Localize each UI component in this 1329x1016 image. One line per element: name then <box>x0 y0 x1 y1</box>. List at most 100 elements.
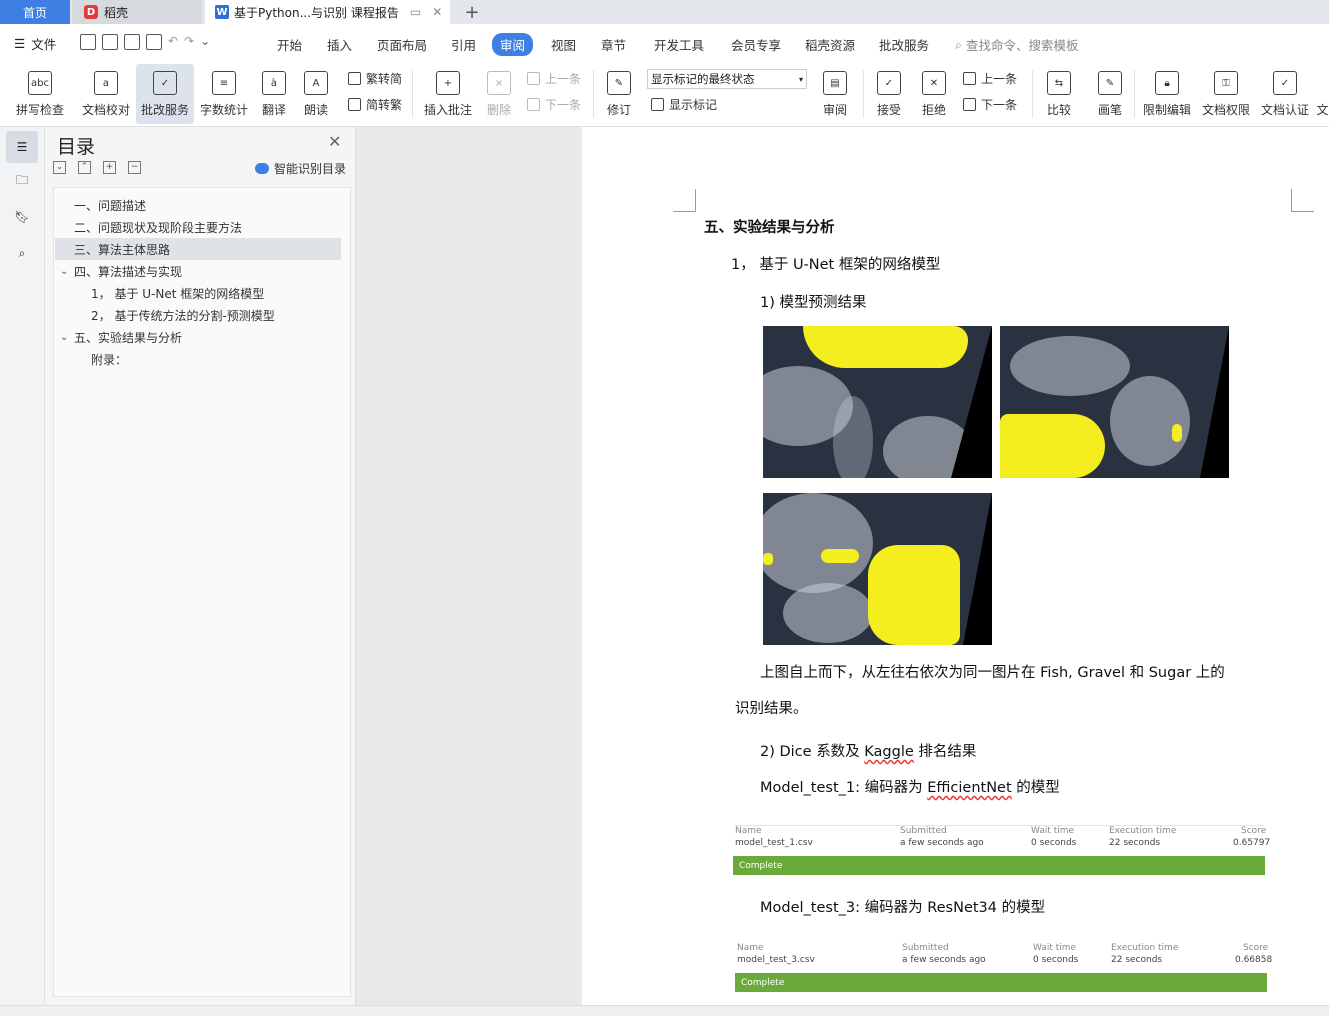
menu-chapter[interactable]: 章节 <box>601 35 626 54</box>
reject-button[interactable]: ✕ 拒绝 <box>915 64 953 124</box>
toc-item-label: 四、算法描述与实现 <box>74 264 183 279</box>
remove-item-icon[interactable]: − <box>128 161 141 174</box>
insert-comment-button[interactable]: + 插入批注 <box>420 64 476 124</box>
close-tab-icon[interactable]: ✕ <box>432 5 442 19</box>
toc-item-label: 附录： <box>91 352 128 367</box>
proofread-button[interactable]: a 文档校对 <box>78 64 134 124</box>
toc-item-label: 2， 基于传统方法的分割-预测模型 <box>91 308 275 323</box>
command-search-placeholder: 查找命令、搜索模板 <box>966 38 1079 53</box>
review-pane-button[interactable]: ▤ 审阅 <box>815 64 855 124</box>
leaderboard-screenshot: Name Submitted Wait time Execution time … <box>735 943 1272 1003</box>
tab-document-label: 基于Python...与识别 课程报告 <box>234 5 399 20</box>
chevron-down-icon[interactable]: ⌄ <box>60 332 72 343</box>
tab-document[interactable]: W 基于Python...与识别 课程报告 ▭ ✕ <box>205 0 450 24</box>
toc-item[interactable]: ⌄ 四、算法描述与实现 <box>60 260 182 282</box>
bookmark-icon[interactable]: 🔖︎ <box>12 207 32 227</box>
toc-item[interactable]: 附录： <box>91 348 127 370</box>
tab-bar: 首页 D 稻壳 W 基于Python...与识别 课程报告 ▭ ✕ + <box>0 0 1329 24</box>
toc-item[interactable]: 1， 基于 U-Net 框架的网络模型 <box>91 282 264 304</box>
add-item-icon[interactable]: + <box>103 161 116 174</box>
doc-permission-button[interactable]: ⚿ 文档权限 <box>1199 64 1253 124</box>
compare-button[interactable]: ⇆ 比较 <box>1040 64 1078 124</box>
prev-change-button[interactable]: 上一条 <box>963 70 1017 87</box>
search-icon: ⌕ <box>955 36 963 52</box>
undo-icon[interactable]: ↶ <box>168 34 178 50</box>
file-menu[interactable]: ☰ 文件 <box>14 34 56 53</box>
file-menu-label: 文件 <box>31 37 57 52</box>
show-markup-button[interactable]: 显示标记 <box>651 96 717 113</box>
margin-mark <box>673 189 696 212</box>
toc-item[interactable]: 一、问题描述 <box>74 194 146 216</box>
collapse-all-icon[interactable]: ⌄ <box>53 161 66 174</box>
menu-page-layout[interactable]: 页面布局 <box>377 35 427 54</box>
trad-to-simp-button[interactable]: 繁转简 <box>348 70 402 87</box>
search-icon[interactable]: ⌕ <box>12 243 32 263</box>
toc-item[interactable]: 2， 基于传统方法的分割-预测模型 <box>91 304 275 326</box>
menu-dev-tools[interactable]: 开发工具 <box>654 35 704 54</box>
menu-daoke-resources[interactable]: 稻壳资源 <box>805 35 855 54</box>
model-description: Model_test_3: 编码器为 ResNet34 的模型 <box>760 900 1046 916</box>
compare-label: 比较 <box>1046 103 1071 117</box>
tab-daoke[interactable]: D 稻壳 <box>72 0 202 24</box>
chapter-nav-icon[interactable]: 🗀︎ <box>12 171 32 191</box>
margin-mark <box>1291 189 1314 212</box>
markup-state-select[interactable]: 显示标记的最终状态 ▾ <box>647 69 807 89</box>
save-icon[interactable] <box>80 34 96 50</box>
accept-button[interactable]: ✓ 接受 <box>870 64 908 124</box>
translate-icon: à <box>262 71 286 95</box>
command-search[interactable]: ⌕ 查找命令、搜索模板 <box>955 35 1079 54</box>
col-header: Submitted <box>900 826 947 836</box>
trad-simp-icon <box>348 72 361 85</box>
spellcheck-word: Kaggle <box>864 744 914 760</box>
heading-text: 2) Dice 系数及 <box>760 744 865 760</box>
spell-check-button[interactable]: abc 拼写检查 <box>10 64 70 124</box>
simp-to-trad-button[interactable]: 简转繁 <box>348 96 402 113</box>
print-preview-icon[interactable] <box>146 34 162 50</box>
more-button[interactable]: 文 <box>1316 64 1329 124</box>
col-header: Score <box>1241 826 1267 836</box>
correction-service-button[interactable]: ✓ 批改服务 <box>136 64 194 124</box>
menu-references[interactable]: 引用 <box>451 35 476 54</box>
next-change-button[interactable]: 下一条 <box>963 96 1017 113</box>
section-heading: 五、实验结果与分析 <box>704 220 835 236</box>
doc-certify-button[interactable]: ✓ 文档认证 <box>1258 64 1312 124</box>
translate-button[interactable]: à 翻译 <box>254 64 294 124</box>
toc-item[interactable]: ⌄ 五、实验结果与分析 <box>60 326 182 348</box>
customize-chevron-icon[interactable]: ⌄ <box>200 34 210 50</box>
toc-item-label: 五、实验结果与分析 <box>74 330 183 345</box>
toc-item[interactable]: 二、问题现状及现阶段主要方法 <box>74 216 242 238</box>
menu-correction-service[interactable]: 批改服务 <box>879 35 929 54</box>
redo-icon[interactable]: ↷ <box>184 34 194 50</box>
review-pane-icon: ▤ <box>823 71 847 95</box>
ribbon-review: abc 拼写检查 a 文档校对 ✓ 批改服务 ≡ 字数统计 à 翻译 A 朗读 繁转简 简转… <box>0 64 1329 127</box>
toc-item-selected[interactable]: 三、算法主体思路 <box>55 238 341 260</box>
pen-button[interactable]: ✎ 画笔 <box>1092 64 1128 124</box>
close-icon[interactable]: ✕ <box>328 132 341 151</box>
restrict-editing-button[interactable]: 🔒︎ 限制编辑 <box>1140 64 1194 124</box>
print-icon[interactable] <box>124 34 140 50</box>
menu-view[interactable]: 视图 <box>551 35 576 54</box>
trad-to-simp-label: 繁转简 <box>366 72 403 86</box>
prev-comment-label: 上一条 <box>545 72 582 86</box>
menu-review[interactable]: 审阅 <box>492 33 534 56</box>
track-changes-button[interactable]: ✎ 修订 <box>600 64 638 124</box>
export-pdf-icon[interactable] <box>102 34 118 50</box>
menu-start[interactable]: 开始 <box>277 35 302 54</box>
track-changes-label: 修订 <box>606 103 631 117</box>
expand-all-icon[interactable]: ⌃ <box>78 161 91 174</box>
next-comment-button[interactable]: 下一条 <box>527 96 581 113</box>
delete-comment-button[interactable]: × 删除 <box>480 64 518 124</box>
tab-home[interactable]: 首页 <box>0 0 70 24</box>
read-aloud-button[interactable]: A 朗读 <box>298 64 334 124</box>
translate-label: 翻译 <box>261 103 286 117</box>
smart-toc-button[interactable]: 智能识别目录 <box>255 160 346 177</box>
toc-panel-icon[interactable]: ☰ <box>6 131 38 163</box>
menu-insert[interactable]: 插入 <box>327 35 352 54</box>
chevron-down-icon[interactable]: ⌄ <box>60 266 72 277</box>
new-tab-button[interactable]: + <box>462 0 482 24</box>
window-icon[interactable]: ▭ <box>410 5 421 19</box>
prev-comment-button[interactable]: 上一条 <box>527 70 581 87</box>
document-page[interactable]: 五、实验结果与分析 1， 基于 U-Net 框架的网络模型 1) 模型预测结果 … <box>583 127 1329 1005</box>
menu-member[interactable]: 会员专享 <box>731 35 781 54</box>
word-count-button[interactable]: ≡ 字数统计 <box>197 64 251 124</box>
